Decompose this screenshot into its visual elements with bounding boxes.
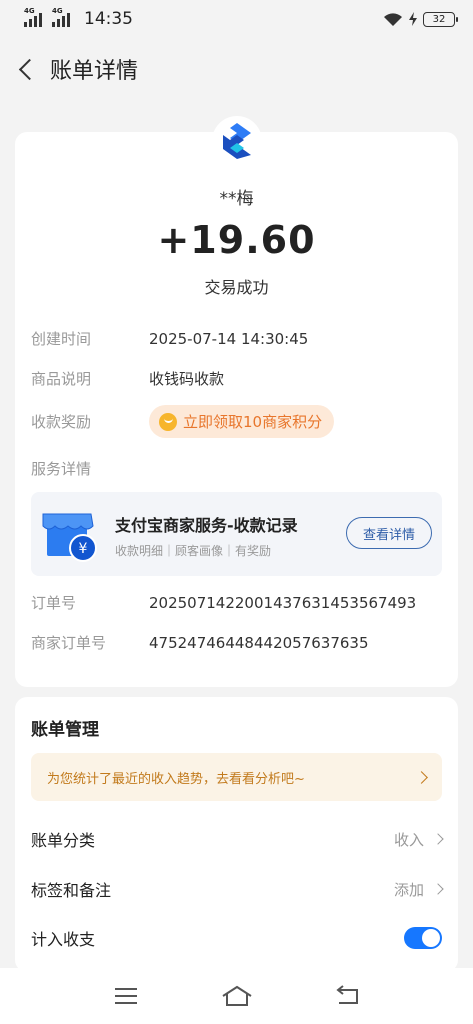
created-time-row: 创建时间 2025-07-14 14:30:45 <box>31 328 442 349</box>
service-row: 服务详情 <box>31 458 442 479</box>
page-title: 账单详情 <box>50 59 139 84</box>
view-details-button[interactable]: 查看详情 <box>346 517 432 549</box>
reward-text: 立即领取10商家积分 <box>183 413 323 431</box>
management-title: 账单管理 <box>31 720 99 740</box>
transaction-status: 交易成功 <box>204 278 269 297</box>
category-label: 账单分类 <box>31 831 96 850</box>
tip-text: 为您统计了最近的收入趋势，去看看分析吧~ <box>47 771 305 787</box>
menu-icon <box>114 988 137 1004</box>
merchant-order-value[interactable]: 47524746448442057637635 <box>149 634 369 652</box>
service-label: 服务详情 <box>31 460 92 478</box>
system-navigation-bar <box>0 968 473 1024</box>
payee-logo-icon <box>223 123 251 159</box>
reward-row: 收款奖励 立即领取10商家积分 <box>31 405 442 438</box>
tags-label: 标签和备注 <box>31 881 112 900</box>
store-icon: ¥ <box>42 513 97 562</box>
wifi-icon <box>384 12 402 26</box>
home-button[interactable] <box>217 981 257 1011</box>
header: 账单详情 <box>0 46 473 92</box>
reward-label: 收款奖励 <box>31 413 92 431</box>
merchant-order-row: 商家订单号 47524746448442057637635 <box>31 632 442 653</box>
tags-value: 添加 <box>393 880 424 899</box>
signal-icon-2: 4G <box>52 7 74 27</box>
tags-notes-row[interactable]: 标签和备注 添加 <box>31 874 444 904</box>
chevron-right-icon <box>432 883 444 895</box>
order-number-label: 订单号 <box>31 594 77 612</box>
transaction-card: **梅 +19.60 交易成功 创建时间 2025-07-14 14:30:45… <box>15 116 458 687</box>
signal-icon: 4G <box>24 7 46 27</box>
service-title: 支付宝商家服务-收款记录 <box>115 516 298 535</box>
include-label: 计入收支 <box>31 930 96 949</box>
back-button[interactable] <box>0 46 50 92</box>
bill-category-row[interactable]: 账单分类 收入 <box>31 824 444 854</box>
battery-icon: 32 <box>423 11 458 27</box>
service-subtitle: 收款明细｜顾客画像｜有奖励 <box>115 544 272 558</box>
bill-management-card: 账单管理 为您统计了最近的收入趋势，去看看分析吧~ 账单分类 收入 标签和备注 … <box>15 697 458 972</box>
category-value: 收入 <box>393 830 424 849</box>
merchant-order-label: 商家订单号 <box>31 634 107 652</box>
clock: 14:35 <box>84 9 133 29</box>
include-in-stats-row: 计入收支 <box>31 923 442 953</box>
income-trend-tip[interactable]: 为您统计了最近的收入趋势，去看看分析吧~ <box>31 753 442 801</box>
status-bar: 4G 4G 14:35 32 <box>0 0 473 38</box>
menu-button[interactable] <box>106 981 146 1011</box>
created-time-label: 创建时间 <box>31 330 92 348</box>
merchant-logo <box>212 116 262 166</box>
include-toggle[interactable] <box>404 927 442 949</box>
order-number-row: 订单号 20250714220014376314535674​93 <box>31 592 442 613</box>
chevron-right-icon <box>432 833 444 845</box>
chevron-right-icon <box>415 770 428 784</box>
charging-icon <box>409 12 417 26</box>
return-icon <box>335 985 358 1004</box>
back-system-button[interactable] <box>328 981 368 1011</box>
description-value: 收钱码收款 <box>149 370 225 388</box>
description-label: 商品说明 <box>31 370 92 388</box>
created-time-value: 2025-07-14 14:30:45 <box>149 329 309 348</box>
home-icon <box>221 985 252 1006</box>
service-card[interactable]: ¥ 支付宝商家服务-收款记录 收款明细｜顾客画像｜有奖励 查看详情 <box>31 492 442 576</box>
chevron-left-icon <box>18 58 40 80</box>
transaction-amount: +19.60 <box>157 218 316 262</box>
reward-button[interactable]: 立即领取10商家积分 <box>149 405 335 438</box>
description-row: 商品说明 收钱码收款 <box>31 368 442 389</box>
payer-name: **梅 <box>219 189 254 209</box>
smile-coin-icon <box>159 412 177 431</box>
order-number-value[interactable]: 20250714220014376314535674​93 <box>149 594 416 612</box>
svg-text:¥: ¥ <box>79 541 88 557</box>
